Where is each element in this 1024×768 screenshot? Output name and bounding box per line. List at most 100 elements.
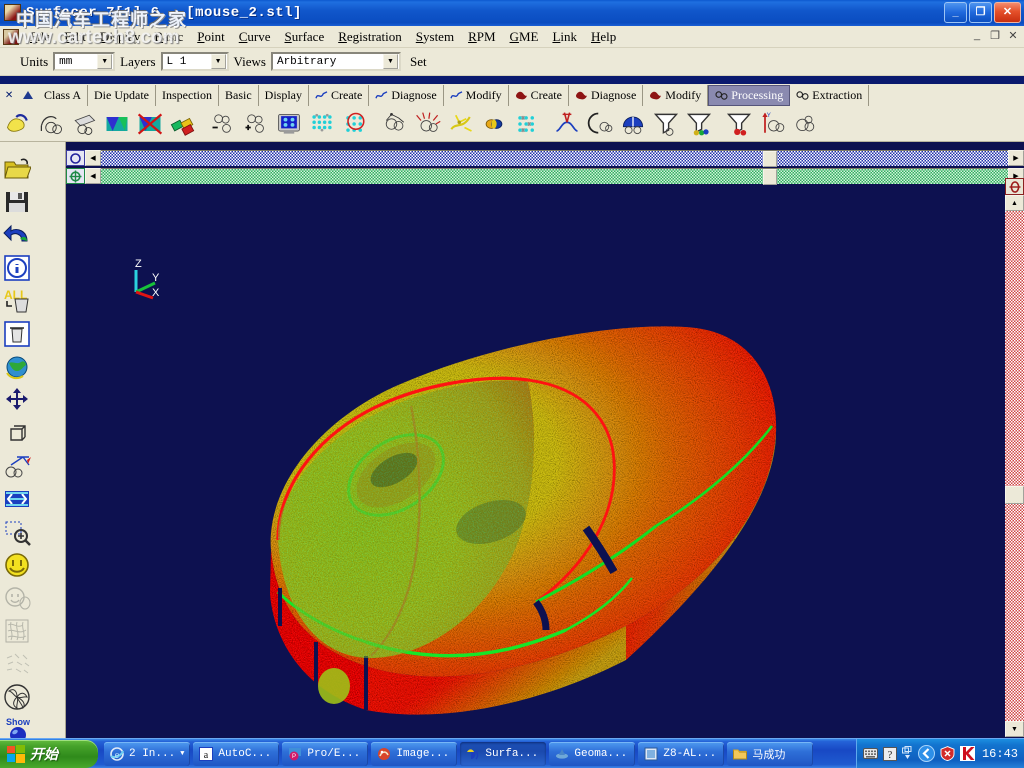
help-icon[interactable]: ? — [882, 746, 897, 761]
menu-item-point[interactable]: Point — [190, 27, 231, 47]
blue-scroll-track[interactable] — [101, 150, 1008, 167]
tab-scroll-up-icon[interactable] — [23, 91, 34, 99]
menu-item-surface[interactable]: Surface — [278, 27, 332, 47]
green-scrollbar-knob-icon[interactable] — [66, 168, 85, 184]
show-hidden-icon[interactable] — [901, 746, 913, 761]
taskbar-item-7[interactable]: 马成功 — [727, 741, 814, 766]
red-scroll-track[interactable] — [1005, 211, 1024, 721]
menu-item-edit[interactable]: Edit — [57, 27, 93, 47]
mesh-lines-icon[interactable] — [0, 614, 33, 647]
open-folder-icon[interactable] — [0, 152, 33, 185]
chevron-down-icon[interactable]: ▼ — [97, 54, 113, 69]
smooth-cloud-icon[interactable] — [789, 107, 821, 140]
set-button[interactable]: Set — [410, 54, 427, 70]
tab-processing-11[interactable]: Processing — [708, 84, 791, 106]
rotate-view-icon[interactable] — [0, 449, 33, 482]
uniform-sample-icon[interactable] — [306, 107, 338, 140]
fan-shade-icon[interactable] — [0, 680, 33, 713]
merge-clouds-icon[interactable] — [167, 107, 199, 140]
minimize-button[interactable]: _ — [944, 2, 967, 23]
green-scroll-track[interactable] — [101, 168, 1008, 185]
tab-class-a-0[interactable]: Class A — [38, 84, 89, 106]
close-button[interactable]: ✕ — [994, 2, 1021, 23]
app-icon[interactable] — [4, 4, 21, 21]
red-scrollbar[interactable]: ▲ ▼ — [1005, 142, 1024, 738]
layers-select[interactable]: L 1 ▼ — [160, 52, 229, 71]
chevron-down-icon[interactable]: ▼ — [382, 54, 398, 69]
zoom-window-icon[interactable] — [0, 515, 33, 548]
green-scrollbar[interactable]: ◀ ▶ — [66, 168, 1024, 185]
undo-arrow-icon[interactable] — [0, 218, 33, 251]
menu-item-curve[interactable]: Curve — [232, 27, 278, 47]
add-cloud-icon[interactable] — [240, 107, 272, 140]
cloud-wrap-icon[interactable] — [379, 107, 411, 140]
tab-die-update-1[interactable]: Die Update — [88, 84, 156, 106]
blue-scrollbar[interactable]: ◀ ▶ — [66, 150, 1024, 167]
cloud-from-curve-icon[interactable] — [35, 107, 67, 140]
chevron-down-icon[interactable]: ▼ — [180, 750, 184, 758]
subtract-cloud-icon[interactable] — [207, 107, 239, 140]
red-scroll-down-button[interactable]: ▼ — [1005, 721, 1024, 737]
dome-cloud-icon[interactable] — [617, 107, 649, 140]
red-scroll-thumb[interactable] — [1005, 486, 1024, 505]
menu-item-display[interactable]: Display — [93, 27, 147, 47]
tab-modify-10[interactable]: Modify — [643, 84, 709, 106]
tab-extraction-12[interactable]: Extraction — [790, 84, 870, 106]
curvature-cloud-icon[interactable] — [445, 107, 477, 140]
menu-item-link[interactable]: Link — [545, 27, 584, 47]
delete-triangles-icon[interactable] — [134, 107, 166, 140]
tabs-close-icon[interactable]: ✕ — [5, 90, 13, 101]
keyboard-icon[interactable] — [862, 747, 878, 760]
globe-rotate-icon[interactable] — [0, 350, 33, 383]
3d-viewport[interactable]: Z Y X — [66, 190, 1005, 738]
tab-inspection-2[interactable]: Inspection — [156, 84, 219, 106]
fit-view-icon[interactable] — [0, 482, 33, 515]
random-sample-icon[interactable] — [511, 107, 543, 140]
mdi-restore-button[interactable]: ❐ — [988, 29, 1002, 42]
smiley-on-icon[interactable] — [0, 548, 33, 581]
mdi-close-button[interactable]: ✕ — [1006, 29, 1020, 42]
peak-filter-icon[interactable] — [551, 107, 583, 140]
info-icon[interactable] — [0, 251, 33, 284]
save-disk-icon[interactable] — [0, 185, 33, 218]
normal-cloud-icon[interactable]: Y — [756, 107, 788, 140]
restore-button[interactable]: ❐ — [969, 2, 992, 23]
tab-basic-3[interactable]: Basic — [219, 84, 259, 106]
menu-item-rpm[interactable]: RPM — [461, 27, 502, 47]
menu-item-system[interactable]: System — [409, 27, 461, 47]
point-cloud-model[interactable] — [66, 190, 1005, 738]
point-cloud-select-icon[interactable] — [2, 107, 34, 140]
taskbar-item-6[interactable]: Z8-AL... — [638, 741, 725, 766]
tab-diagnose-6[interactable]: Diagnose — [369, 84, 444, 106]
delete-all-icon[interactable]: ALL — [0, 284, 33, 317]
menu-item-file[interactable]: File — [23, 27, 57, 47]
menu-item-basic[interactable]: Basic — [147, 27, 190, 47]
shade-triangles-icon[interactable] — [101, 107, 133, 140]
spike-cloud-icon[interactable] — [412, 107, 444, 140]
menu-item-help[interactable]: Help — [584, 27, 623, 47]
blue-scrollbar-knob-icon[interactable] — [66, 150, 85, 166]
taskbar-item-5[interactable]: Geoma... — [549, 741, 636, 766]
tab-modify-7[interactable]: Modify — [444, 84, 509, 106]
tab-diagnose-9[interactable]: Diagnose — [569, 84, 644, 106]
start-button[interactable]: 开始 — [0, 739, 98, 768]
green-scroll-left-button[interactable]: ◀ — [85, 168, 101, 184]
units-select[interactable]: mm ▼ — [53, 52, 116, 71]
taskbar-item-4[interactable]: Surfa... — [460, 741, 547, 766]
red-scroll-up-button[interactable]: ▲ — [1005, 195, 1024, 211]
taskbar-item-1[interactable]: a AutoC... — [193, 741, 280, 766]
blue-scroll-thumb[interactable] — [763, 151, 778, 167]
taskbar-item-3[interactable]: Image... — [371, 741, 458, 766]
grid-display-icon[interactable] — [273, 107, 305, 140]
cloud-from-mesh-icon[interactable] — [68, 107, 100, 140]
network-icon[interactable] — [917, 745, 935, 762]
taskbar-item-2[interactable]: P Pro/E... — [282, 741, 369, 766]
tab-create-5[interactable]: Create — [309, 84, 370, 106]
smiley-off-icon[interactable] — [0, 581, 33, 614]
bounding-box-icon[interactable] — [0, 416, 33, 449]
chevron-down-icon[interactable]: ▼ — [210, 54, 226, 69]
shield-icon[interactable] — [940, 746, 955, 761]
document-icon[interactable] — [3, 28, 19, 45]
taskbar-item-0[interactable]: e 2 In... ▼ — [104, 741, 191, 766]
funnel-drop-icon[interactable] — [723, 107, 755, 140]
